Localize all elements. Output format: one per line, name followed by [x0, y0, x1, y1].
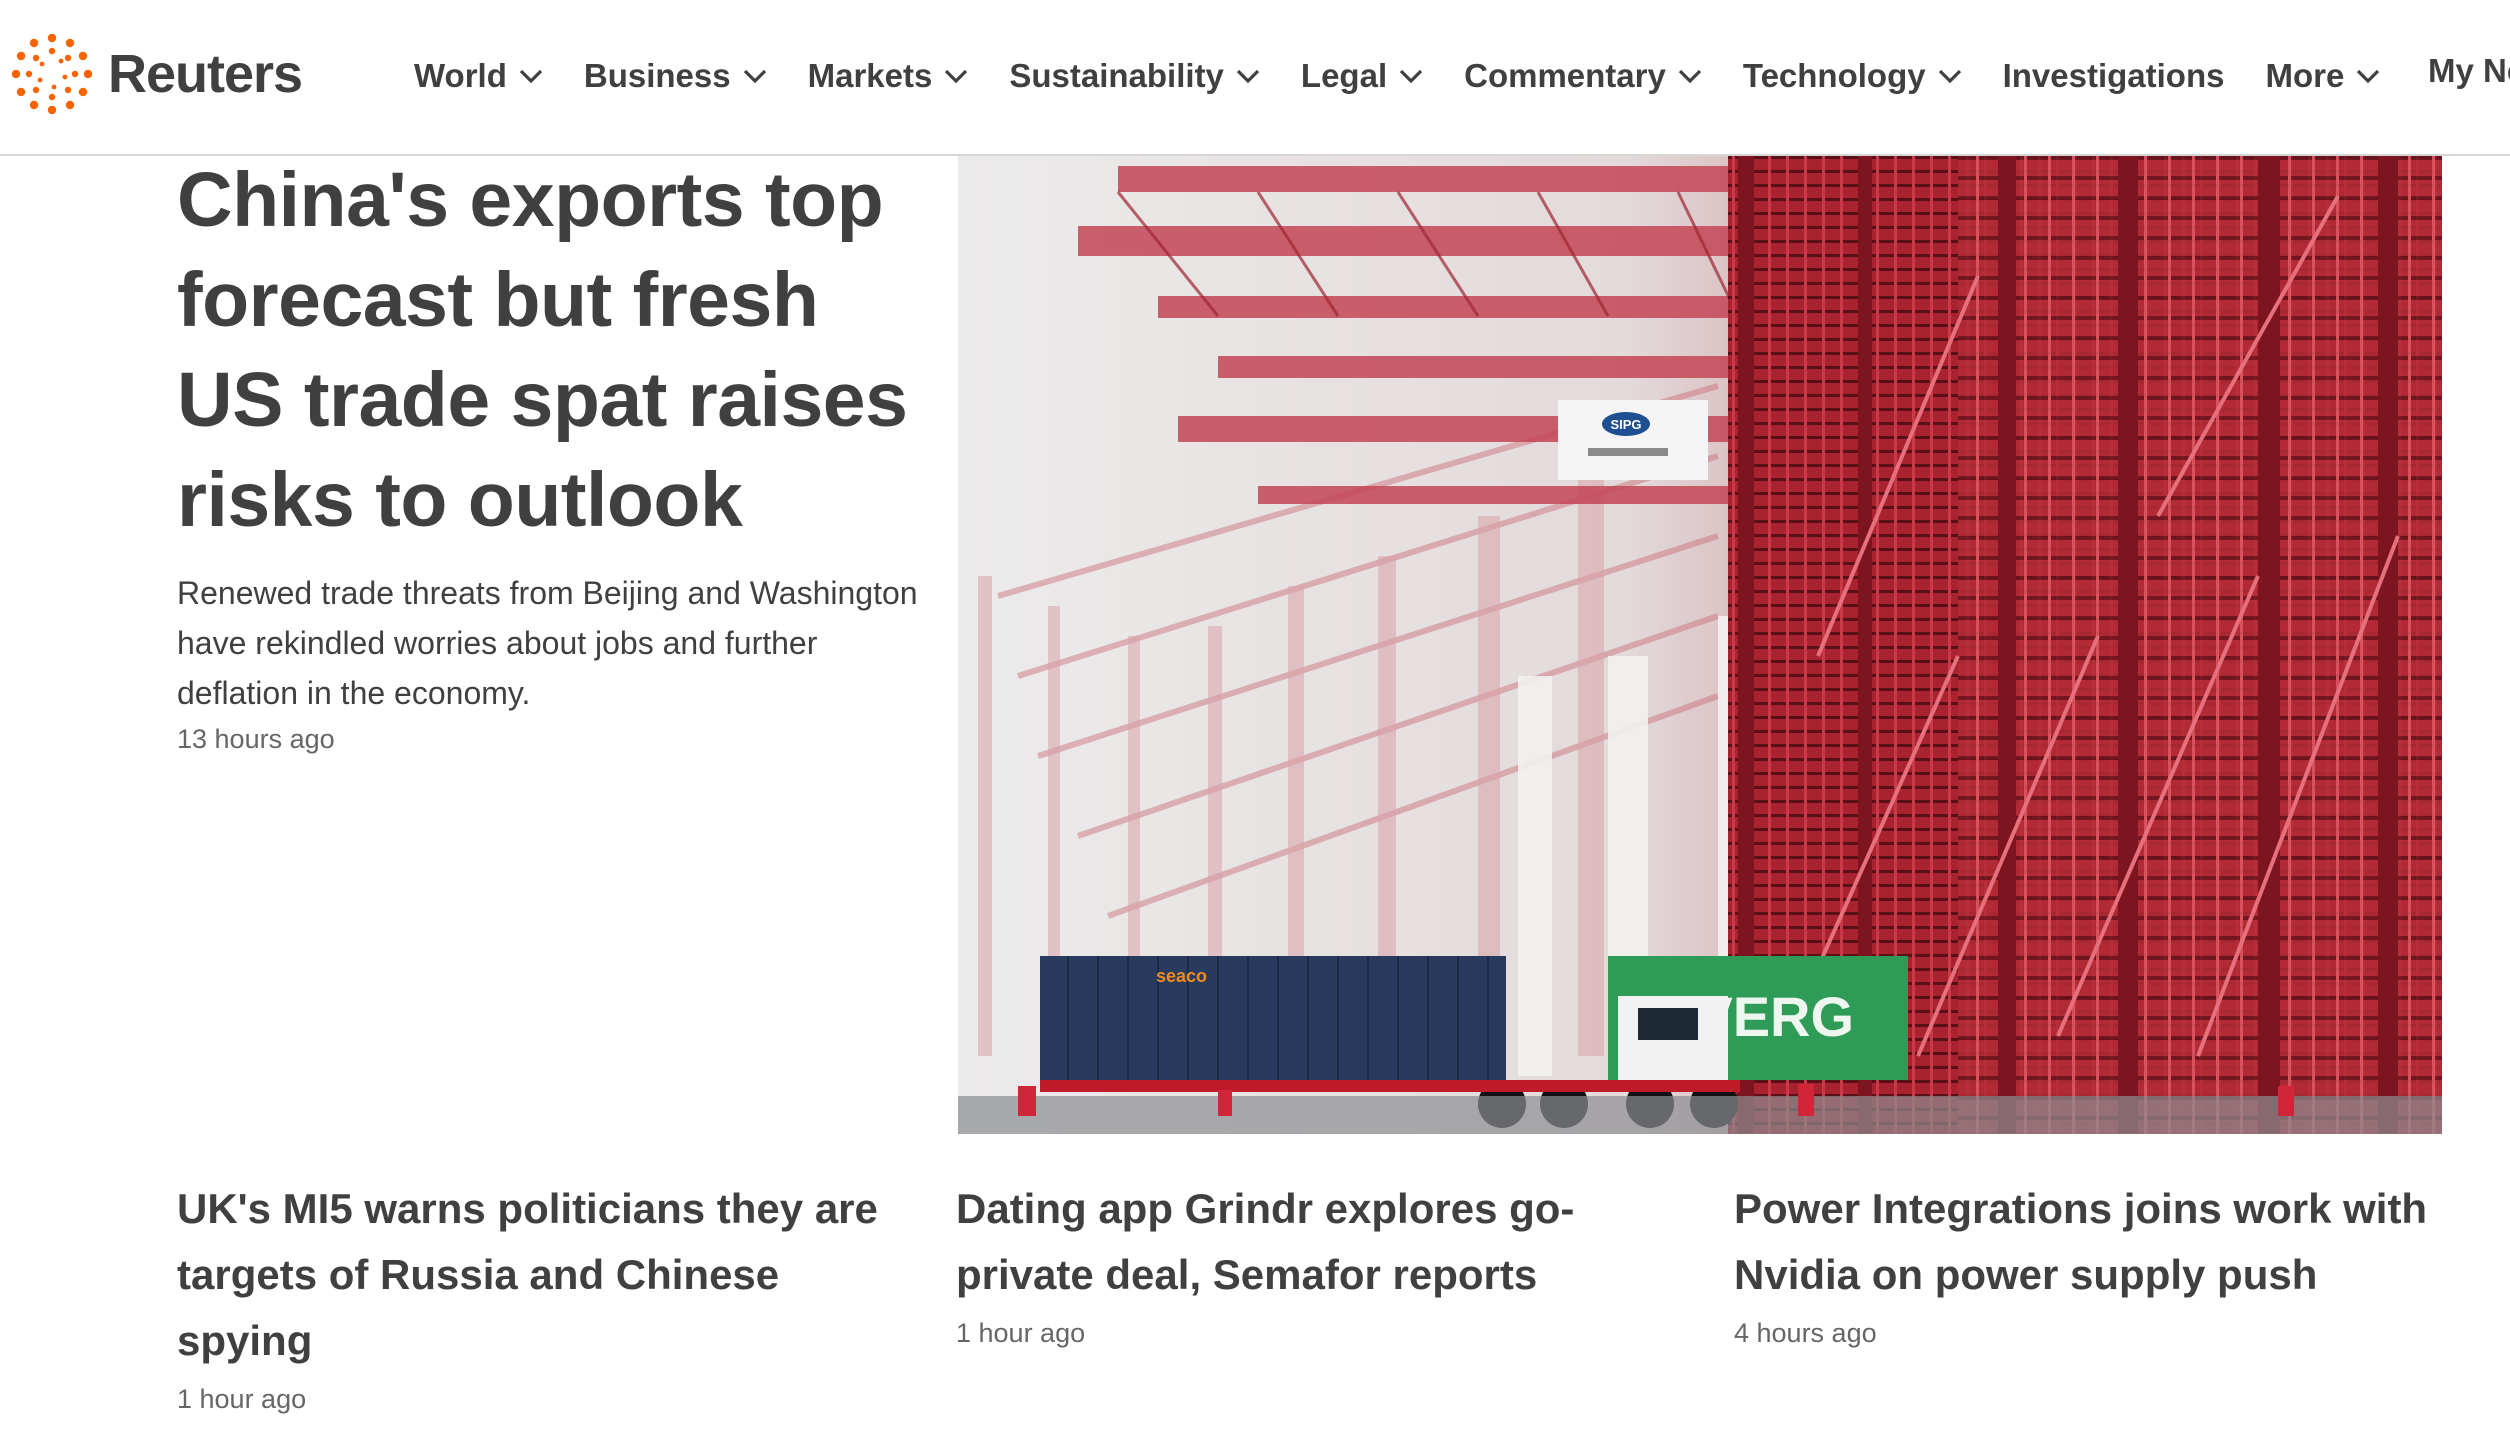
chevron-down-icon [1236, 69, 1260, 84]
chevron-down-icon [743, 69, 766, 84]
nav-item-business[interactable]: Business [584, 57, 767, 95]
chevron-down-icon [519, 69, 543, 84]
nav-item-sustainability[interactable]: Sustainability [1009, 57, 1260, 95]
chevron-down-icon [1678, 69, 1701, 84]
story-card-grindr: Dating app Grindr explores go-private de… [956, 1176, 1696, 1349]
reuters-logo-text: Reuters [108, 44, 303, 104]
lead-timestamp: 13 hours ago [177, 724, 335, 754]
nav-item-world[interactable]: World [414, 57, 543, 95]
chevron-down-icon [945, 69, 968, 84]
story-headline[interactable]: Power Integrations joins work with Nvidi… [1734, 1176, 2474, 1308]
nav-item-label: Legal [1300, 57, 1388, 94]
nav-item-label: Commentary [1464, 57, 1666, 94]
nav-item-label: Investigations [2002, 57, 2225, 94]
sipg-sign-text: SIPG [1610, 417, 1641, 432]
story-card-power-integrations: Power Integrations joins work with Nvidi… [1734, 1176, 2474, 1349]
lead-headline[interactable]: China's exports top forecast but fresh U… [177, 150, 937, 550]
story-headline[interactable]: UK's MI5 warns politicians they are targ… [177, 1176, 917, 1374]
chevron-down-icon [1399, 69, 1423, 84]
nav-item-label: World [414, 57, 507, 94]
nav-item-more[interactable]: More [2265, 57, 2380, 95]
story-headline[interactable]: Dating app Grindr explores go-private de… [956, 1176, 1696, 1308]
chevron-down-icon [2357, 69, 2380, 84]
nav-item-commentary[interactable]: Commentary [1464, 57, 1702, 95]
nav-item-my-news[interactable]: My Ne [2428, 52, 2510, 90]
story-timestamp: 1 hour ago [956, 1318, 1086, 1348]
nav-item-investigations[interactable]: Investigations [2003, 57, 2225, 95]
nav-item-markets[interactable]: Markets [808, 57, 969, 95]
nav-item-legal[interactable]: Legal [1301, 57, 1423, 95]
port-cranes-image: SIPG seaco EVERG [958, 156, 2442, 1134]
story-timestamp: 4 hours ago [1734, 1318, 1877, 1348]
chevron-down-icon [1938, 69, 1961, 84]
reuters-logo-icon [11, 33, 93, 115]
nav-item-label: Technology [1742, 57, 1926, 94]
nav-item-label: More [2265, 57, 2345, 94]
lead-photo-port-cranes[interactable]: SIPG seaco EVERG [958, 156, 2442, 1134]
story-card-mi5: UK's MI5 warns politicians they are targ… [177, 1176, 917, 1415]
main-nav: World Business Markets Sustainability Legal C… [414, 48, 2421, 104]
story-timestamp: 1 hour ago [177, 1384, 307, 1414]
reuters-logo[interactable]: Reuters [10, 32, 303, 116]
seaco-container-text: seaco [1156, 966, 1207, 986]
nav-item-label: Business [583, 57, 731, 94]
nav-item-technology[interactable]: Technology [1743, 57, 1962, 95]
lead-description: Renewed trade threats from Beijing and W… [177, 575, 918, 711]
nav-item-label: Sustainability [1009, 57, 1224, 94]
nav-item-label: Markets [807, 57, 933, 94]
site-header: Reuters World Business Markets Sustainabili… [0, 0, 2510, 156]
